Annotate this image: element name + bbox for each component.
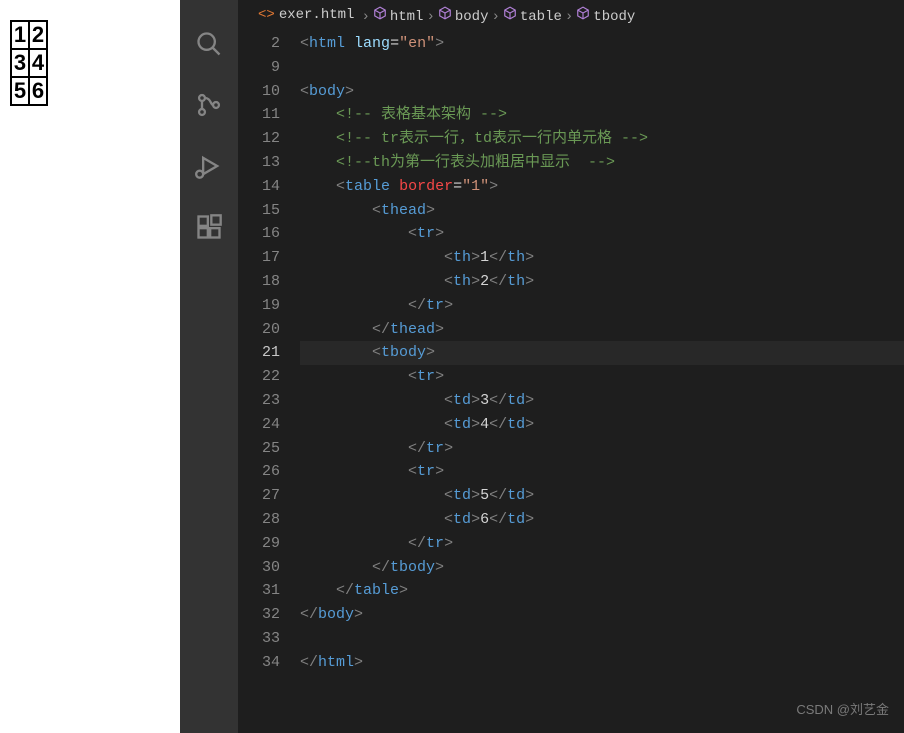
code-line[interactable]: <td>5</td>	[300, 484, 904, 508]
editor: <> exer.html ›html›body›table›tbody 2910…	[238, 0, 904, 733]
line-number: 13	[238, 151, 280, 175]
code-line[interactable]: <!-- tr表示一行，td表示一行内单元格 -->	[300, 127, 904, 151]
source-control-icon[interactable]	[195, 91, 223, 124]
code-area[interactable]: 2910111213141516171819202122232425262728…	[238, 30, 904, 733]
line-number: 29	[238, 532, 280, 556]
line-number: 19	[238, 294, 280, 318]
html-file-icon: <>	[258, 7, 275, 23]
line-number: 2	[238, 32, 280, 56]
line-number: 24	[238, 413, 280, 437]
breadcrumb-item[interactable]: tbody	[593, 9, 635, 25]
code-line[interactable]: <td>3</td>	[300, 389, 904, 413]
line-number: 12	[238, 127, 280, 151]
code-line[interactable]: </html>	[300, 651, 904, 675]
code-line[interactable]: <td>6</td>	[300, 508, 904, 532]
line-number: 32	[238, 603, 280, 627]
line-number: 10	[238, 80, 280, 104]
line-number: 25	[238, 437, 280, 461]
line-number: 21	[238, 341, 280, 365]
preview-td: 3	[11, 49, 29, 77]
preview-table: 12 3456	[10, 20, 48, 106]
breadcrumb-file[interactable]: exer.html	[279, 7, 355, 23]
cube-icon	[438, 9, 452, 25]
code-line[interactable]: </body>	[300, 603, 904, 627]
line-gutter: 2910111213141516171819202122232425262728…	[238, 30, 300, 733]
line-number: 30	[238, 556, 280, 580]
line-number: 34	[238, 651, 280, 675]
code-line[interactable]: </tbody>	[300, 556, 904, 580]
preview-thead: 12	[11, 21, 47, 49]
code-line[interactable]	[300, 56, 904, 80]
code-line[interactable]: <thead>	[300, 199, 904, 223]
preview-tbody: 3456	[11, 49, 47, 105]
preview-th: 2	[29, 21, 47, 49]
preview-td: 4	[29, 49, 47, 77]
preview-td: 5	[11, 77, 29, 105]
line-number: 16	[238, 222, 280, 246]
breadcrumb-item[interactable]: html	[390, 9, 424, 25]
code-line[interactable]: <tr>	[300, 365, 904, 389]
code-line[interactable]: </tr>	[300, 532, 904, 556]
code-line[interactable]: <html lang="en">	[300, 32, 904, 56]
line-number: 20	[238, 318, 280, 342]
line-number: 11	[238, 103, 280, 127]
breadcrumb-separator: ›	[426, 9, 434, 25]
watermark: CSDN @刘艺金	[796, 699, 889, 718]
preview-panel: 12 3456	[0, 0, 180, 733]
debug-icon[interactable]	[195, 152, 223, 185]
breadcrumb-item[interactable]: table	[520, 9, 562, 25]
code-line[interactable]: <table border="1">	[300, 175, 904, 199]
line-number: 26	[238, 460, 280, 484]
breadcrumb[interactable]: <> exer.html ›html›body›table›tbody	[238, 0, 904, 30]
cube-icon	[576, 9, 590, 25]
code-line[interactable]: </tr>	[300, 437, 904, 461]
cube-icon	[373, 9, 387, 25]
code-line[interactable]: <tr>	[300, 222, 904, 246]
line-number: 33	[238, 627, 280, 651]
breadcrumb-separator: ›	[565, 9, 573, 25]
line-number: 9	[238, 56, 280, 80]
line-number: 17	[238, 246, 280, 270]
breadcrumb-separator: ›	[361, 9, 369, 25]
line-number: 15	[238, 199, 280, 223]
line-number: 23	[238, 389, 280, 413]
code-line[interactable]: <!--th为第一行表头加粗居中显示 -->	[300, 151, 904, 175]
code-lines[interactable]: <html lang="en"> <body> <!-- 表格基本架构 --> <…	[300, 30, 904, 733]
code-line[interactable]: <th>1</th>	[300, 246, 904, 270]
code-line[interactable]: <!-- 表格基本架构 -->	[300, 103, 904, 127]
line-number: 31	[238, 579, 280, 603]
activity-bar	[180, 0, 238, 733]
code-line[interactable]: <td>4</td>	[300, 413, 904, 437]
search-icon[interactable]	[195, 30, 223, 63]
line-number: 27	[238, 484, 280, 508]
cube-icon	[503, 9, 517, 25]
line-number: 28	[238, 508, 280, 532]
breadcrumb-item[interactable]: body	[455, 9, 489, 25]
code-line[interactable]: <th>2</th>	[300, 270, 904, 294]
line-number: 18	[238, 270, 280, 294]
code-line[interactable]: </tr>	[300, 294, 904, 318]
breadcrumb-separator: ›	[491, 9, 499, 25]
line-number: 22	[238, 365, 280, 389]
code-line[interactable]: <tbody>	[300, 341, 904, 365]
preview-th: 1	[11, 21, 29, 49]
code-line[interactable]: <body>	[300, 80, 904, 104]
preview-td: 6	[29, 77, 47, 105]
extensions-icon[interactable]	[195, 213, 223, 246]
code-line[interactable]	[300, 627, 904, 651]
code-line[interactable]: </table>	[300, 579, 904, 603]
code-line[interactable]: </thead>	[300, 318, 904, 342]
code-line[interactable]: <tr>	[300, 460, 904, 484]
line-number: 14	[238, 175, 280, 199]
